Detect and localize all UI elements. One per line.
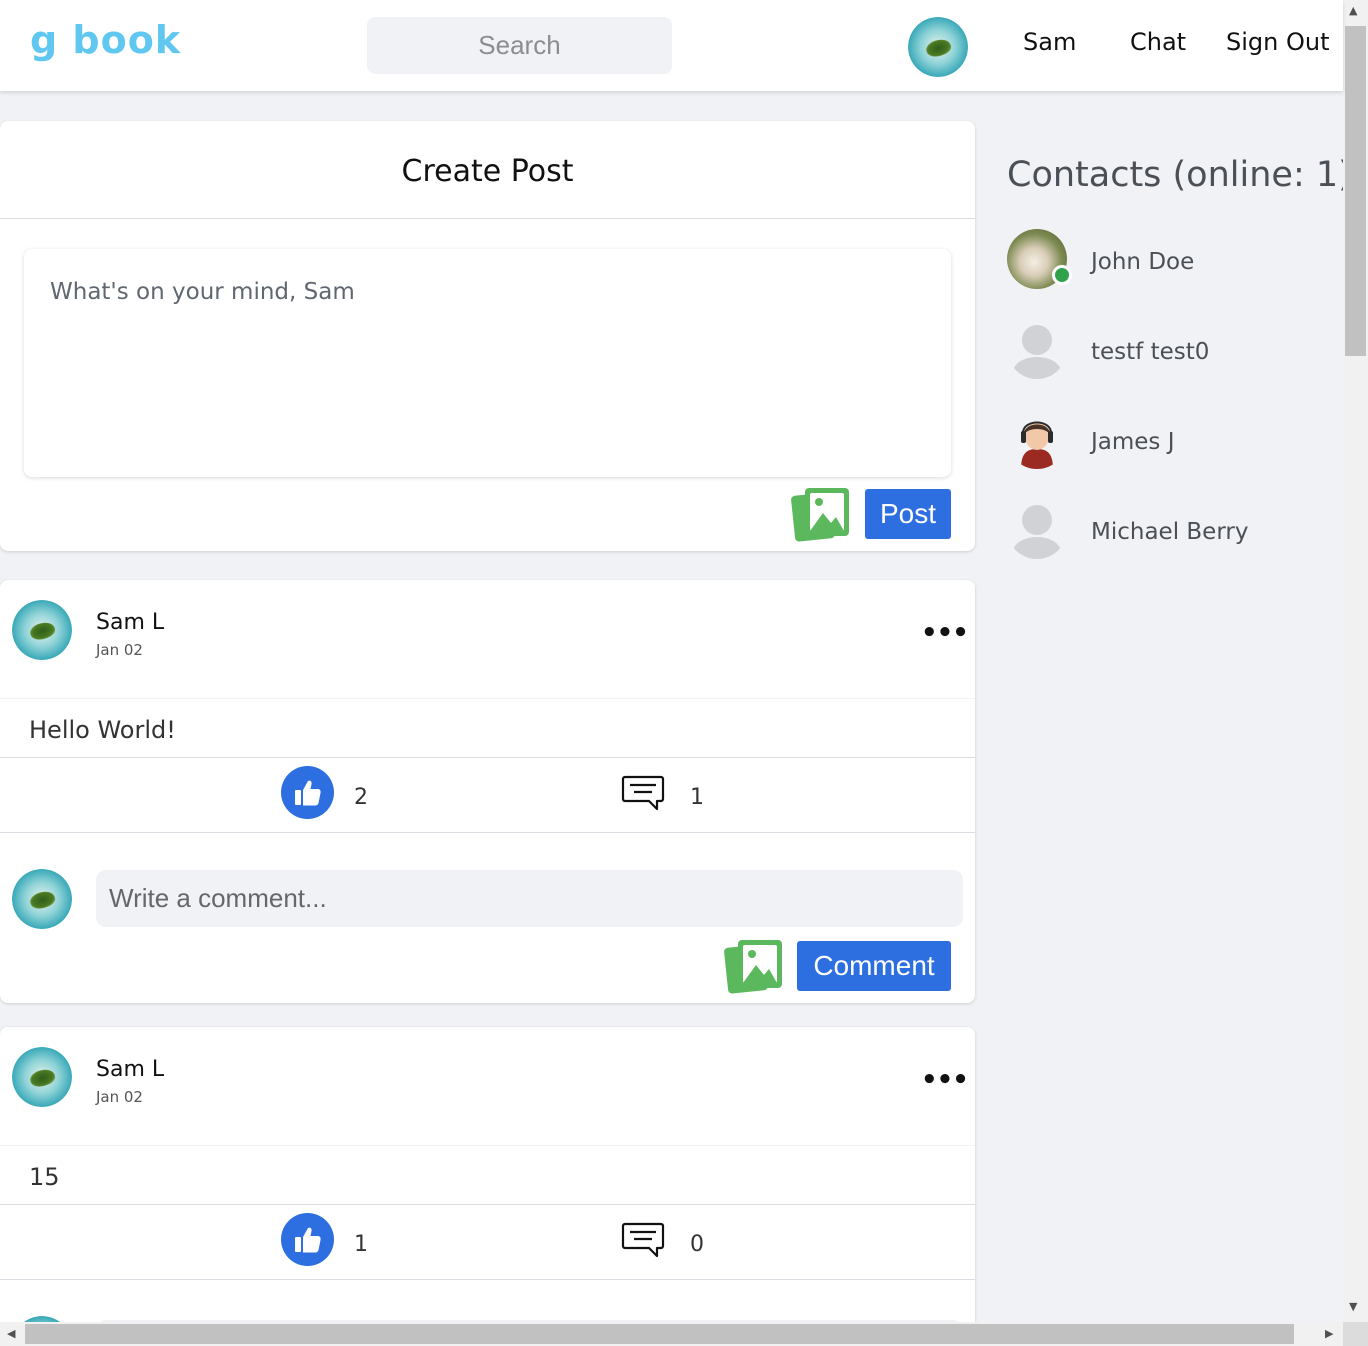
post-content: 15 <box>0 1145 975 1205</box>
post-button[interactable]: Post <box>865 489 951 539</box>
post-content: Hello World! <box>0 698 975 758</box>
post-options-icon[interactable]: ••• <box>921 618 969 648</box>
search-input[interactable] <box>367 17 672 74</box>
comment-icon[interactable] <box>621 1221 665 1261</box>
post-actions: 2 1 <box>0 758 975 833</box>
comment-count: 1 <box>690 785 704 810</box>
post-author[interactable]: Sam L <box>96 610 164 635</box>
contact-avatar <box>1007 499 1067 559</box>
post-textarea[interactable] <box>24 249 951 477</box>
post-options-icon[interactable]: ••• <box>921 1065 969 1095</box>
contact-item[interactable]: Michael Berry <box>1007 499 1307 559</box>
commenter-avatar[interactable] <box>12 869 72 929</box>
logo[interactable]: g book <box>30 14 181 66</box>
scrollbar-corner <box>1343 1322 1368 1346</box>
online-indicator <box>1052 265 1072 285</box>
post-card: Sam L Jan 02 ••• Hello World! 2 1 <box>0 580 975 1003</box>
contact-item[interactable]: James J <box>1007 409 1307 469</box>
contact-name: Michael Berry <box>1091 519 1249 545</box>
nav-profile-link[interactable]: Sam <box>1023 28 1076 56</box>
post-author[interactable]: Sam L <box>96 1057 164 1082</box>
post-date: Jan 02 <box>96 1088 143 1106</box>
contact-name: James J <box>1091 429 1175 455</box>
comment-add-photo-icon[interactable] <box>724 938 784 994</box>
comment-input[interactable] <box>96 870 963 927</box>
vertical-scrollbar-thumb[interactable] <box>1345 26 1366 356</box>
like-button[interactable] <box>281 766 334 819</box>
scroll-right-arrow-icon[interactable]: ▶ <box>1325 1327 1333 1340</box>
create-post-title: Create Post <box>0 121 975 219</box>
comment-icon[interactable] <box>621 774 665 814</box>
scroll-up-arrow-icon[interactable]: ▲ <box>1349 4 1357 17</box>
contacts-title: Contacts (online: 1) <box>1007 155 1352 195</box>
thumbs-up-icon <box>294 1227 321 1252</box>
contact-avatar <box>1007 409 1067 469</box>
scroll-left-arrow-icon[interactable]: ◀ <box>7 1327 15 1340</box>
scroll-down-arrow-icon[interactable]: ▼ <box>1349 1300 1357 1313</box>
add-photo-icon[interactable] <box>791 486 851 542</box>
nav-chat-link[interactable]: Chat <box>1130 28 1186 56</box>
author-avatar[interactable] <box>12 1047 72 1107</box>
contact-name: testf test0 <box>1091 339 1210 365</box>
nav-signout-link[interactable]: Sign Out <box>1226 28 1330 56</box>
post-actions: 1 0 <box>0 1205 975 1280</box>
horizontal-scrollbar-thumb[interactable] <box>25 1324 1294 1344</box>
like-count: 2 <box>354 785 368 810</box>
like-count: 1 <box>354 1232 368 1257</box>
top-navbar: g book Sam Chat Sign Out <box>0 0 1343 91</box>
contact-item[interactable]: testf test0 <box>1007 319 1307 379</box>
comment-count: 0 <box>690 1232 704 1257</box>
author-avatar[interactable] <box>12 600 72 660</box>
user-avatar[interactable] <box>908 17 968 77</box>
post-card: Sam L Jan 02 ••• 15 1 0 <box>0 1027 975 1346</box>
comment-button[interactable]: Comment <box>797 941 951 991</box>
contact-item[interactable]: John Doe <box>1007 229 1307 289</box>
contact-name: John Doe <box>1091 249 1195 275</box>
thumbs-up-icon <box>294 780 321 805</box>
contact-avatar <box>1007 319 1067 379</box>
like-button[interactable] <box>281 1213 334 1266</box>
post-date: Jan 02 <box>96 641 143 659</box>
